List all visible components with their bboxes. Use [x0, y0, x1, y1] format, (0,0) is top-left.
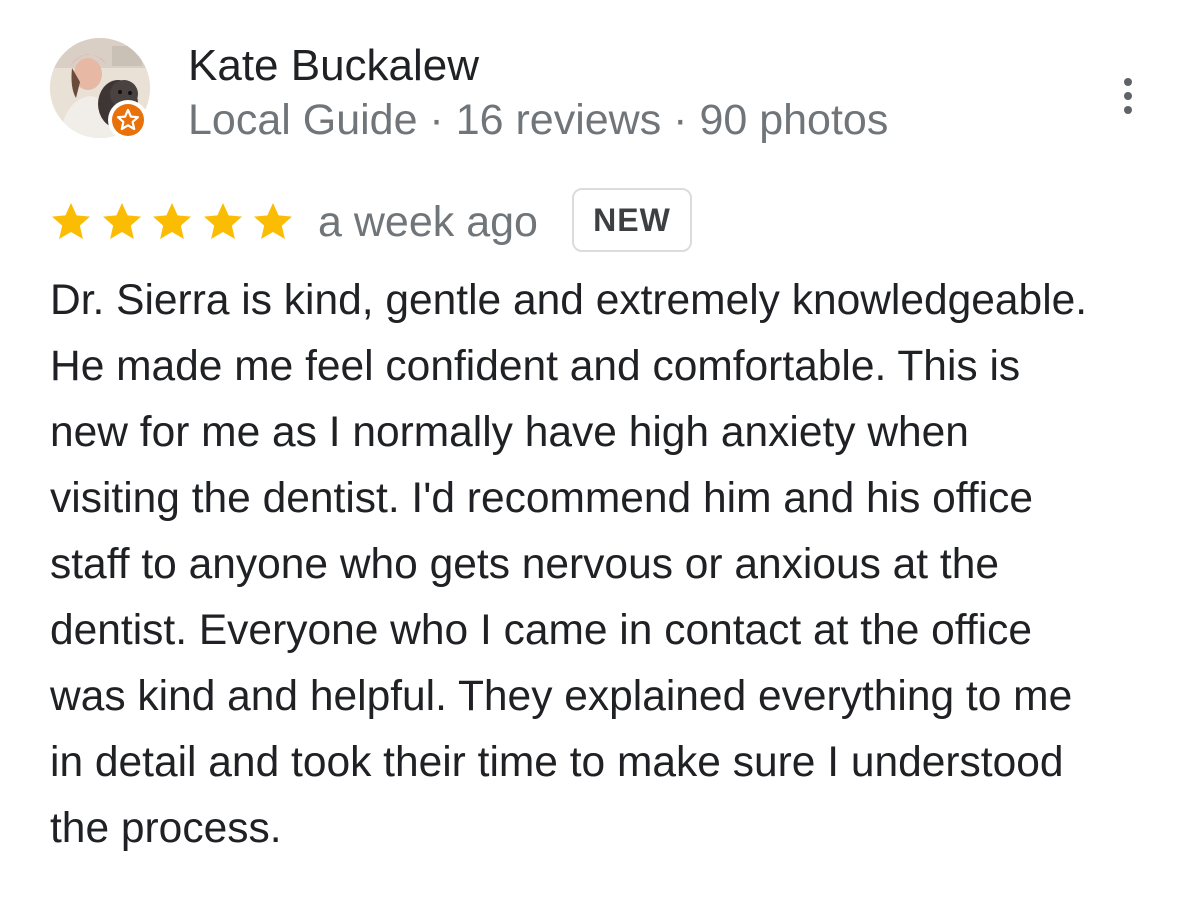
- local-guide-star-icon: [116, 108, 140, 131]
- review-text-line: visiting the dentist. I'd recommend him …: [50, 475, 1033, 522]
- review-text-line: new for me as I normally have high anxie…: [50, 409, 969, 456]
- review-text: Dr. Sierra is kind, gentle and extremely…: [50, 268, 1170, 862]
- rating-row: a week ago NEW: [50, 188, 750, 256]
- review-card: Kate Buckalew Local Guide · 16 reviews ·…: [0, 0, 1200, 902]
- star-filled-icon: [252, 202, 294, 242]
- star-filled-icon: [202, 202, 244, 242]
- star-filled-icon: [50, 202, 92, 242]
- local-guide-badge: [108, 100, 148, 140]
- review-text-line: He made me feel confident and comfortabl…: [50, 343, 1021, 390]
- star-rating: [50, 202, 295, 242]
- review-text-line: Dr. Sierra is kind, gentle and extremely…: [50, 277, 1088, 324]
- review-text-line: in detail and took their time to make su…: [50, 739, 1064, 786]
- new-badge: NEW: [572, 188, 692, 252]
- review-text-line: dentist. Everyone who I came in contact …: [50, 607, 1032, 654]
- reviewer-name[interactable]: Kate Buckalew: [188, 40, 479, 92]
- review-date: a week ago: [318, 198, 538, 246]
- star-filled-icon: [151, 202, 193, 242]
- star-filled-icon: [101, 202, 143, 242]
- review-text-line: was kind and helpful. They explained eve…: [50, 673, 1073, 720]
- review-text-line: staff to anyone who gets nervous or anxi…: [50, 541, 999, 588]
- reviewer-meta: Local Guide · 16 reviews · 90 photos: [188, 96, 889, 144]
- more-options-button[interactable]: [1106, 68, 1150, 124]
- review-text-line: the process.: [50, 805, 282, 852]
